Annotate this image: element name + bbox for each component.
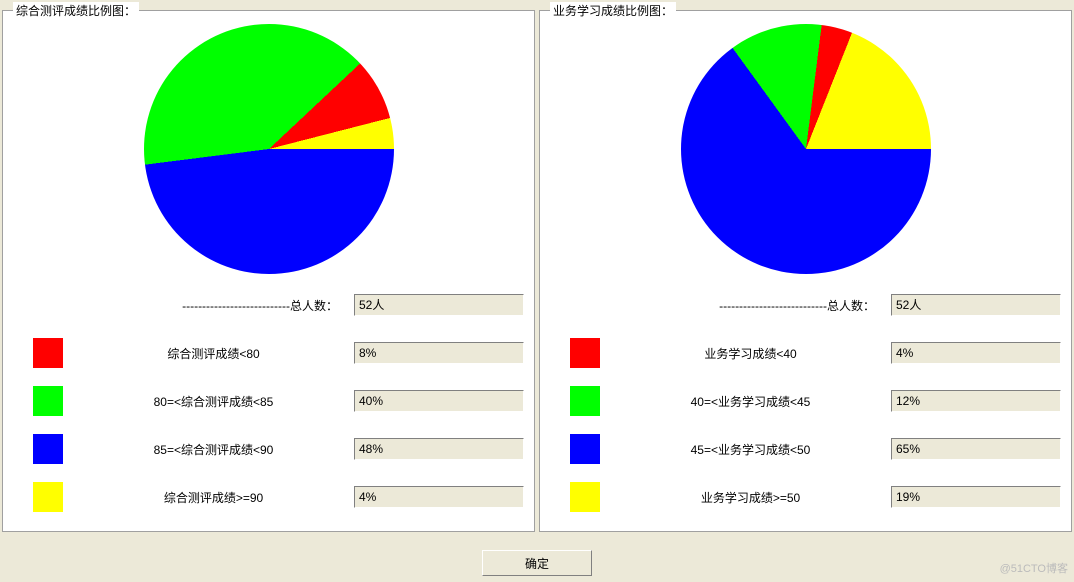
watermark: @51CTO博客: [1000, 560, 1068, 576]
left-row-2: 85=<综合测评成绩<90 48%: [13, 429, 524, 469]
right-pie-wrap: [550, 19, 1061, 279]
right-total-label: 总人数：: [827, 299, 875, 313]
left-row-0-value: 8%: [354, 342, 524, 364]
left-total-value-cell: 52人: [354, 294, 524, 316]
right-row-1: 40=<业务学习成绩<45 12%: [550, 381, 1061, 421]
swatch-green-icon: [33, 386, 63, 416]
right-row-2-label: 45=<业务学习成绩<50: [620, 441, 891, 458]
right-row-2-value: 65%: [891, 438, 1061, 460]
left-row-3-value: 4%: [354, 486, 524, 508]
pie-chart-right: [681, 24, 931, 274]
swatch-green-icon: [570, 386, 600, 416]
left-row-3-label: 综合测评成绩>=90: [83, 489, 354, 506]
ok-button[interactable]: 确定: [482, 550, 592, 576]
panel-right: 业务学习成绩比例图： ---------------------------总人…: [539, 2, 1072, 532]
left-row-1-value: 40%: [354, 390, 524, 412]
right-row-3-label: 业务学习成绩>=50: [620, 489, 891, 506]
left-row-0-label: 综合测评成绩<80: [83, 345, 354, 362]
right-row-2: 45=<业务学习成绩<50 65%: [550, 429, 1061, 469]
right-total-dashes: ---------------------------: [719, 299, 827, 313]
left-row-2-label: 85=<综合测评成绩<90: [83, 441, 354, 458]
right-legend: ---------------------------总人数： 52人 业务学习…: [550, 285, 1061, 517]
left-row-2-value: 48%: [354, 438, 524, 460]
swatch-blue-icon: [33, 434, 63, 464]
left-legend: ---------------------------总人数： 52人 综合测评…: [13, 285, 524, 517]
right-row-1-value: 12%: [891, 390, 1061, 412]
swatch-yellow-icon: [570, 482, 600, 512]
swatch-yellow-icon: [33, 482, 63, 512]
right-row-0: 业务学习成绩<40 4%: [550, 333, 1061, 373]
left-total-label-cell: ---------------------------总人数：: [83, 297, 354, 314]
right-total-value-cell: 52人: [891, 294, 1061, 316]
left-total-label: 总人数：: [290, 299, 338, 313]
panel-left-title: 综合测评成绩比例图：: [13, 2, 139, 19]
panels-container: 综合测评成绩比例图： ---------------------------总人…: [2, 2, 1072, 532]
right-row-1-label: 40=<业务学习成绩<45: [620, 393, 891, 410]
swatch-red-icon: [570, 338, 600, 368]
left-total-value: 52人: [354, 294, 524, 316]
left-total-row: ---------------------------总人数： 52人: [13, 285, 524, 325]
swatch-blue-icon: [570, 434, 600, 464]
swatch-red-icon: [33, 338, 63, 368]
right-row-0-label: 业务学习成绩<40: [620, 345, 891, 362]
right-row-3: 业务学习成绩>=50 19%: [550, 477, 1061, 517]
left-row-1-label: 80=<综合测评成绩<85: [83, 393, 354, 410]
right-total-label-cell: ---------------------------总人数：: [620, 297, 891, 314]
left-row-0: 综合测评成绩<80 8%: [13, 333, 524, 373]
right-total-row: ---------------------------总人数： 52人: [550, 285, 1061, 325]
right-row-3-value: 19%: [891, 486, 1061, 508]
panel-left: 综合测评成绩比例图： ---------------------------总人…: [2, 2, 535, 532]
left-pie-wrap: [13, 19, 524, 279]
right-row-0-value: 4%: [891, 342, 1061, 364]
panel-right-title: 业务学习成绩比例图：: [550, 2, 676, 19]
left-row-3: 综合测评成绩>=90 4%: [13, 477, 524, 517]
left-row-1: 80=<综合测评成绩<85 40%: [13, 381, 524, 421]
button-row: 确定: [0, 550, 1074, 576]
right-total-value: 52人: [891, 294, 1061, 316]
left-total-dashes: ---------------------------: [182, 299, 290, 313]
pie-chart-left: [144, 24, 394, 274]
